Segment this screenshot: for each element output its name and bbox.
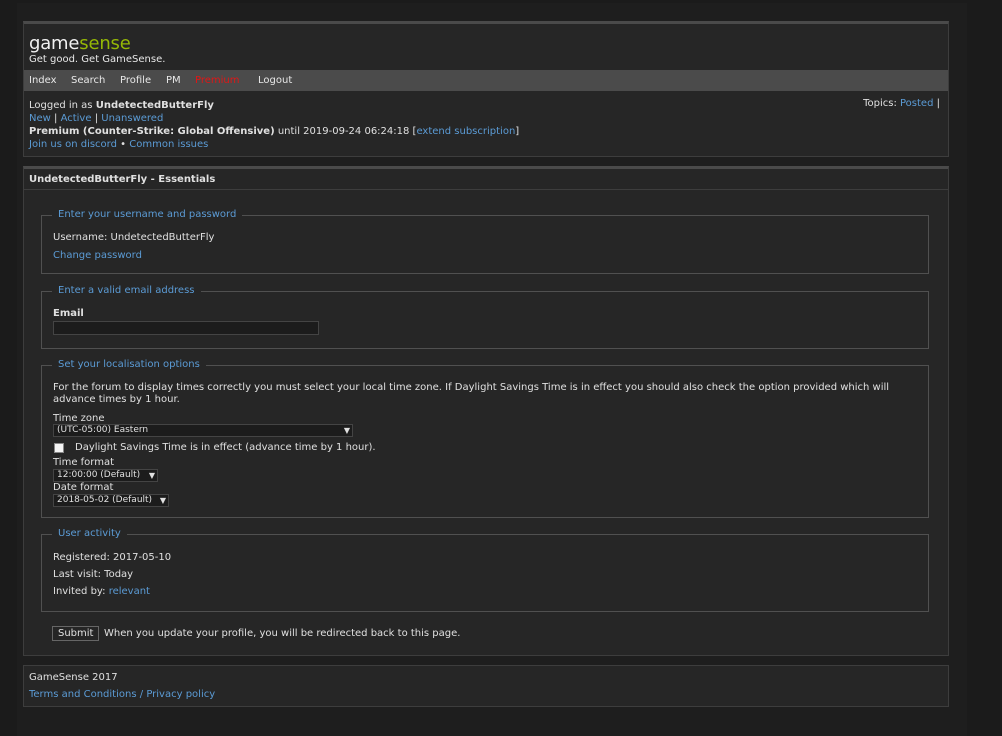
email-label: Email: [53, 308, 84, 319]
forum-header: gamesense Get good. Get GameSense. Index…: [23, 21, 949, 157]
privacy-link[interactable]: Privacy policy: [146, 689, 215, 700]
user-activity-fieldset: User activity Registered: 2017-05-10 Las…: [41, 528, 929, 612]
change-password-link[interactable]: Change password: [53, 250, 142, 261]
discord-link[interactable]: Join us on discord: [29, 139, 117, 150]
date-format-value: 2018-05-02 (Default): [57, 495, 153, 505]
premium-subscription-label: Premium (Counter-Strike: Global Offensiv…: [29, 126, 275, 137]
email-fieldset: Enter a valid email address Email: [41, 285, 929, 349]
email-input[interactable]: [53, 321, 319, 335]
bracket-close: ]: [515, 126, 520, 137]
date-format-label: Date format: [53, 482, 114, 493]
separator: |: [54, 113, 58, 124]
localisation-description-line1: For the forum to display times correctly…: [53, 382, 890, 393]
nav-search-link[interactable]: Search: [71, 75, 105, 86]
username-fieldset: Enter your username and password Usernam…: [41, 209, 929, 274]
gamesense-logo[interactable]: gamesense: [29, 33, 131, 54]
forum-footer: GameSense 2017 Terms and Conditions / Pr…: [23, 665, 949, 707]
community-links: Join us on discord • Common issues: [29, 139, 208, 150]
topics-separator: |: [936, 98, 940, 109]
timezone-label: Time zone: [53, 413, 105, 424]
topics-label: Topics:: [863, 98, 897, 109]
footer-copyright: GameSense 2017: [29, 672, 118, 683]
footer-slash: /: [139, 689, 144, 700]
email-legend: Enter a valid email address: [52, 285, 201, 296]
invited-by: Invited by: relevant: [53, 586, 150, 597]
logged-in-prefix: Logged in as: [29, 100, 93, 111]
username-display: Username: UndetectedButterFly: [53, 232, 215, 243]
date-format-select[interactable]: 2018-05-02 (Default) ▼: [53, 494, 169, 507]
profile-essentials-panel: UndetectedButterFly - Essentials Enter y…: [23, 166, 949, 656]
posted-topics-link[interactable]: Posted: [900, 98, 933, 109]
logged-in-status: Logged in as UndetectedButterFly: [29, 100, 214, 111]
submit-button[interactable]: Submit: [52, 626, 100, 641]
page-title: UndetectedButterFly - Essentials: [29, 174, 216, 185]
time-format-value: 12:00:00 (Default): [57, 470, 141, 480]
registered-date: Registered: 2017-05-10: [53, 552, 172, 563]
chevron-down-icon: ▼: [343, 426, 350, 435]
submit-note: When you update your profile, you will b…: [104, 628, 461, 639]
username-legend: Enter your username and password: [52, 209, 243, 220]
tagline: Get good. Get GameSense.: [29, 54, 166, 65]
common-issues-link[interactable]: Common issues: [129, 139, 208, 150]
time-format-label: Time format: [53, 457, 115, 468]
time-format-select[interactable]: 12:00:00 (Default) ▼: [53, 469, 158, 482]
panel-title-bar: UndetectedButterFly - Essentials: [24, 169, 948, 190]
quick-links: New | Active | Unanswered: [29, 113, 163, 124]
last-visit: Last visit: Today: [53, 569, 134, 580]
separator: |: [94, 113, 99, 124]
dst-checkbox[interactable]: [54, 443, 64, 453]
timezone-value: (UTC-05:00) Eastern: [57, 425, 149, 435]
subscription-expiry: until 2019-09-24 06:24:18 [: [277, 126, 417, 137]
new-posts-link[interactable]: New: [29, 113, 51, 124]
active-topics-link[interactable]: Active: [61, 113, 92, 124]
user-activity-legend: User activity: [52, 528, 127, 539]
unanswered-topics-link[interactable]: Unanswered: [101, 113, 163, 124]
localisation-description-line2: advance times by 1 hour.: [53, 394, 180, 405]
logo-text-game: game: [29, 33, 80, 54]
extend-subscription-link[interactable]: extend subscription: [416, 126, 515, 137]
localisation-fieldset: Set your localisation options For the fo…: [41, 359, 929, 518]
nav-profile-link[interactable]: Profile: [120, 75, 151, 86]
timezone-select[interactable]: (UTC-05:00) Eastern ▼: [53, 424, 353, 437]
dst-label: Daylight Savings Time is in effect (adva…: [75, 442, 376, 453]
chevron-down-icon: ▼: [148, 471, 155, 480]
bullet-separator: •: [120, 139, 127, 150]
chevron-down-icon: ▼: [159, 496, 166, 505]
subscription-status: Premium (Counter-Strike: Global Offensiv…: [29, 126, 519, 137]
topics-filter: Topics: Posted |: [863, 98, 940, 109]
logo-text-sense: sense: [79, 33, 131, 54]
main-navigation: Index Search Profile PM Premium Logout: [24, 70, 948, 91]
terms-link[interactable]: Terms and Conditions: [29, 689, 137, 700]
footer-links: Terms and Conditions / Privacy policy: [29, 689, 215, 700]
invited-by-label: Invited by:: [53, 586, 106, 597]
localisation-legend: Set your localisation options: [52, 359, 206, 370]
nav-pm-link[interactable]: PM: [166, 75, 181, 86]
nav-index-link[interactable]: Index: [29, 75, 57, 86]
nav-logout-link[interactable]: Logout: [258, 75, 292, 86]
page-container: gamesense Get good. Get GameSense. Index…: [17, 3, 967, 736]
nav-premium-link[interactable]: Premium: [195, 75, 240, 86]
logged-in-username: UndetectedButterFly: [95, 100, 214, 111]
inviter-profile-link[interactable]: relevant: [109, 586, 150, 597]
